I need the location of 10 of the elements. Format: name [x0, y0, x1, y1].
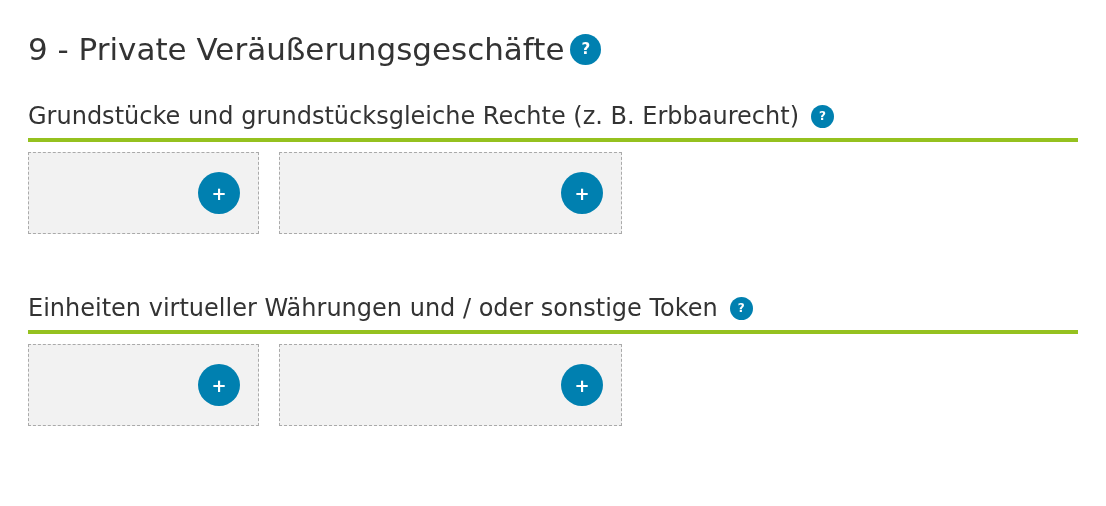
help-button[interactable]: ? [570, 33, 602, 65]
page-title: 9 - Private Veräußerungsgeschäfte [28, 30, 565, 69]
section-heading: Grundstücke und grundstücksgleiche Rechte (z. B. Erbbaurecht) [28, 101, 799, 132]
help-button[interactable]: ? [729, 296, 753, 320]
add-button[interactable]: + [198, 172, 240, 214]
add-button[interactable]: + [561, 364, 603, 406]
help-button[interactable]: ? [811, 104, 834, 128]
add-button[interactable]: + [198, 364, 240, 406]
section-heading: Einheiten virtueller Währungen und / oder sonstige Token [28, 293, 718, 324]
add-button[interactable]: + [561, 172, 603, 214]
